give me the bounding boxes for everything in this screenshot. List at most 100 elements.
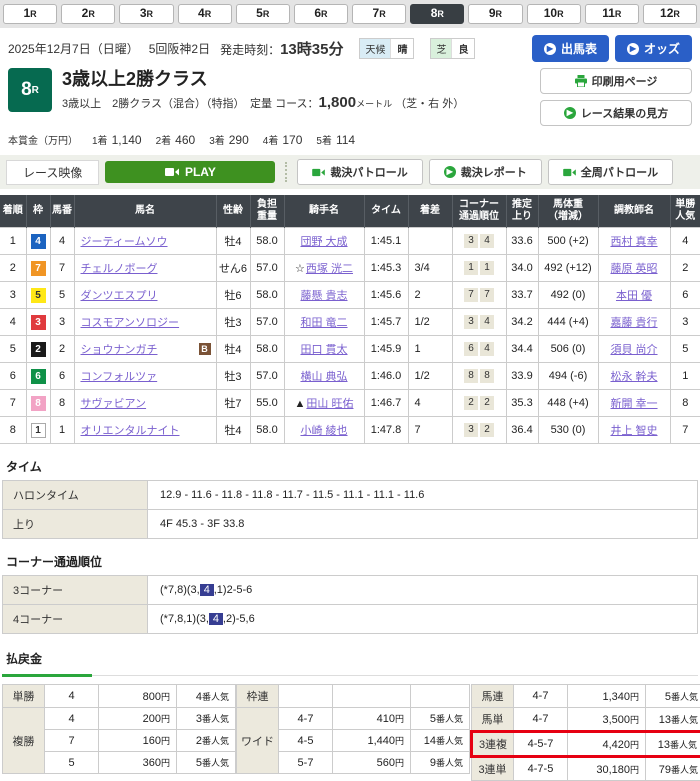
table-row: 788サヴァビアン牡755.0▲田山 旺佑1:46.742235.3448 (+… (0, 390, 700, 417)
column-header: 馬名 (74, 195, 216, 228)
report-button[interactable]: ▶裁決レポート (429, 159, 542, 185)
trainer-link[interactable]: 西村 真幸 (610, 236, 657, 248)
corner-order-cell: 77 (452, 282, 506, 309)
horse-weight: 530 (0) (538, 417, 598, 444)
corner-highlighted-horse: 4 (209, 613, 223, 625)
last-3f-time: 33.9 (506, 363, 538, 390)
race-tab-12r[interactable]: 12R (643, 4, 697, 24)
race-tab-4r[interactable]: 4R (178, 4, 232, 24)
trainer-link[interactable]: 嘉藤 貴行 (610, 317, 657, 329)
finish-position: 2 (0, 255, 26, 282)
printer-icon (575, 75, 587, 87)
prize-place: 4着 (263, 136, 279, 147)
frame-cell: 1 (26, 417, 50, 444)
finish-position: 4 (0, 309, 26, 336)
prize-money-label: 本賞金（万円） (8, 132, 78, 147)
race-tab-9r[interactable]: 9R (468, 4, 522, 24)
margin: 1/2 (408, 309, 452, 336)
horse-number: 8 (50, 390, 74, 417)
payout-combination: 4-5 (279, 730, 333, 752)
race-tab-10r[interactable]: 10R (527, 4, 581, 24)
trainer-link[interactable]: 井上 智史 (610, 425, 657, 437)
payout-favorite-rank: 3番人気 (177, 708, 236, 730)
blinker-badge: B (199, 343, 211, 355)
race-tab-5r[interactable]: 5R (236, 4, 290, 24)
corner-order-table: 3コーナー (*7,8)(3,4,1)2-5-6 4コーナー (*7,8,1)(… (2, 575, 698, 634)
corner-position: 1 (464, 261, 478, 275)
prize-place: 5着 (316, 136, 332, 147)
horse-name-link[interactable]: コンフォルツァ (81, 371, 158, 383)
jockey-link[interactable]: 田山 旺佑 (306, 398, 353, 410)
favorite-unit: 番人気 (671, 765, 698, 775)
horse-name-link[interactable]: コスモアンソロジー (81, 317, 180, 329)
jockey-link[interactable]: 西塚 洸二 (306, 263, 353, 275)
horse-name-link[interactable]: ショウナンガチ (81, 344, 158, 356)
furlong-time-label: ハロンタイム (3, 481, 148, 510)
race-tab-2r[interactable]: 2R (61, 4, 115, 24)
race-tab-3r[interactable]: 3R (119, 4, 173, 24)
jockey-cell: ▲田山 旺佑 (284, 390, 364, 417)
horse-name-link[interactable]: オリエンタルナイト (81, 425, 180, 437)
jockey-link[interactable]: 横山 典弘 (300, 371, 347, 383)
prize-item: 4着170 (263, 133, 303, 147)
play-circle-icon: ▶ (627, 43, 639, 55)
patrol-button[interactable]: 全周パトロール (548, 159, 673, 185)
weather-value: 晴 (390, 39, 413, 58)
race-tab-7r[interactable]: 7R (352, 4, 406, 24)
payout-combination: 4-7 (279, 708, 333, 730)
payout-row: 複勝4200円3番人気 (3, 708, 236, 730)
finish-time: 1:46.7 (364, 390, 408, 417)
odds-button[interactable]: ▶ オッズ (615, 35, 692, 62)
tab-r-suffix: R (615, 9, 622, 19)
horse-name-link[interactable]: ダンツエスプリ (81, 290, 158, 302)
corner-order-cell: 22 (452, 390, 506, 417)
race-tab-8r[interactable]: 8R (410, 4, 464, 24)
jockey-link[interactable]: 田口 貫太 (300, 344, 347, 356)
jockey-link[interactable]: 団野 大成 (300, 236, 347, 248)
trainer-link[interactable]: 須貝 尚介 (610, 344, 657, 356)
last-3f-time: 34.0 (506, 255, 538, 282)
corner-position: 1 (480, 261, 494, 275)
jockey-link[interactable]: 小崎 綾也 (300, 425, 347, 437)
corner-order-text: ,1)2-5-6 (214, 584, 253, 596)
horse-name-link[interactable]: サヴァビアン (81, 398, 147, 410)
trainer-link[interactable]: 藤原 英昭 (610, 263, 657, 275)
payout-amount: 160円 (99, 730, 177, 752)
trainer-link[interactable]: 新開 幸一 (610, 398, 657, 410)
turf-label: 芝 (431, 39, 451, 58)
result-guide-button[interactable]: ▶ レース結果の見方 (540, 100, 692, 126)
payout-combination: 4-5-7 (514, 732, 568, 757)
prize-place: 1着 (92, 136, 108, 147)
corner-order-text: ,2)-5,6 (223, 613, 255, 625)
column-header: タイム (364, 195, 408, 228)
trainer-link[interactable]: 本田 優 (616, 290, 652, 302)
time-table: ハロンタイム 12.9 - 11.6 - 11.8 - 11.8 - 11.7 … (2, 480, 698, 539)
horse-name-link[interactable]: ジーティームソウ (81, 236, 168, 248)
horse-name-link[interactable]: チェルノボーグ (81, 263, 158, 275)
payout-favorite-rank: 13番人気 (646, 732, 700, 757)
trainer-link[interactable]: 松永 幹夫 (610, 371, 657, 383)
yen-unit: 円 (630, 692, 639, 702)
patrol-button[interactable]: 裁決パトロール (297, 159, 422, 185)
frame-cell: 8 (26, 390, 50, 417)
yen-unit: 円 (395, 736, 404, 746)
race-date: 2025年12月7日（日曜） (8, 40, 139, 57)
favorite-unit: 番人気 (670, 740, 697, 750)
finish-position: 7 (0, 390, 26, 417)
jockey-link[interactable]: 藤懸 貴志 (300, 290, 347, 302)
print-page-button[interactable]: 印刷用ページ (540, 68, 692, 94)
frame-cell: 5 (26, 282, 50, 309)
jockey-cell: 小崎 綾也 (284, 417, 364, 444)
race-tab-11r[interactable]: 11R (585, 4, 639, 24)
race-tab-1r[interactable]: 1R (3, 4, 57, 24)
shutsuba-button[interactable]: ▶ 出馬表 (532, 35, 609, 62)
jockey-link[interactable]: 和田 竜二 (300, 317, 347, 329)
meeting-label: 5回阪神2日 (149, 40, 210, 57)
frame-badge: 3 (31, 315, 46, 330)
table-row: 355ダンツエスプリ牡658.0藤懸 貴志1:45.627733.7492 (0… (0, 282, 700, 309)
race-video-play-button[interactable]: PLAY (105, 161, 275, 183)
favorite-unit: 番人気 (202, 736, 229, 746)
payout-combination: 5-7 (279, 752, 333, 774)
payout-table-middle: 枠連ワイド4-7410円5番人気4-51,440円14番人気5-7560円9番人… (236, 684, 470, 774)
race-tab-6r[interactable]: 6R (294, 4, 348, 24)
